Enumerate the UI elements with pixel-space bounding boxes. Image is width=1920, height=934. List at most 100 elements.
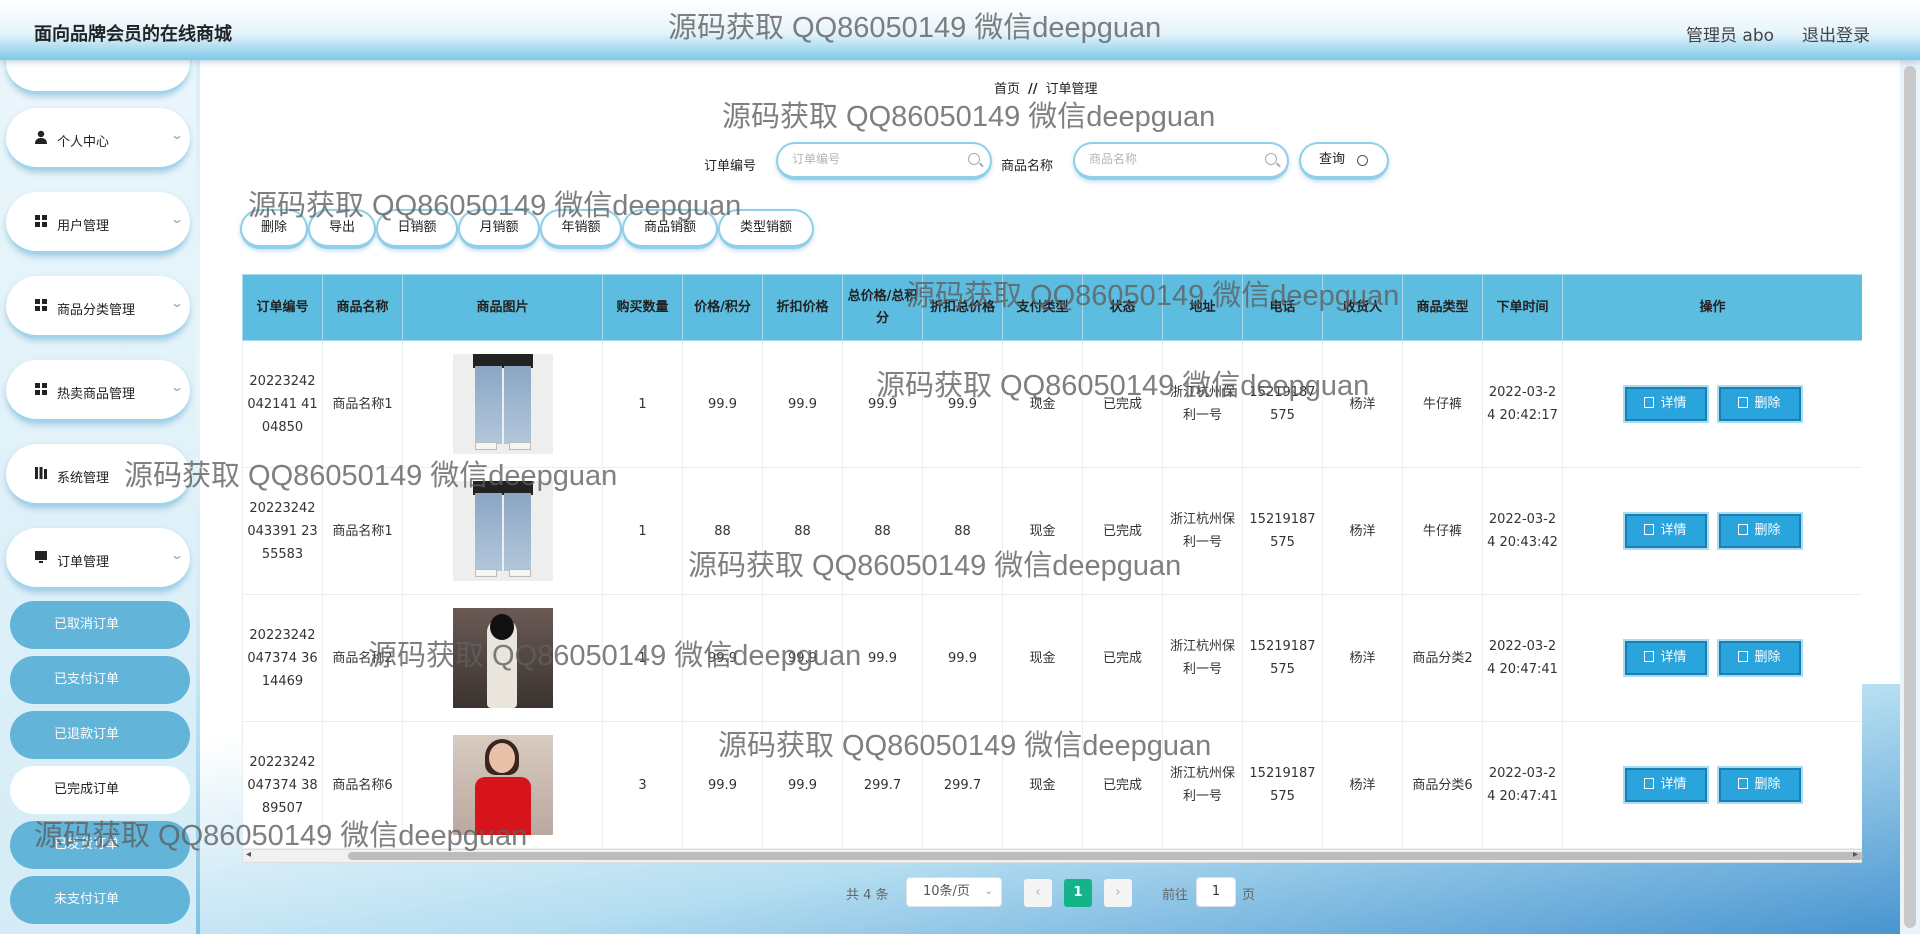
type-sales-button[interactable]: 类型销额 bbox=[718, 209, 814, 249]
chevron-down-icon: ⌄ bbox=[984, 886, 993, 897]
document-icon bbox=[1644, 524, 1655, 535]
cell-discount-total: 99.9 bbox=[922, 594, 1003, 722]
submenu-shipped-orders[interactable]: 已发货订单 bbox=[10, 821, 190, 869]
col-receiver: 收货人 bbox=[1322, 274, 1403, 341]
orders-table: 订单编号 商品名称 商品图片 购买数量 价格/积分 折扣价格 总价格/总积分 折… bbox=[242, 274, 1862, 866]
app-title: 面向品牌会员的在线商城 bbox=[34, 24, 232, 45]
goto-page-input[interactable]: 1 bbox=[1196, 877, 1236, 907]
sidebar-item-personal-center[interactable]: 个人中心 ⌄ bbox=[6, 108, 190, 170]
breadcrumb-home[interactable]: 首页 bbox=[994, 82, 1020, 97]
page-scrollbar[interactable] bbox=[1900, 60, 1920, 934]
prev-page-button[interactable]: ‹ bbox=[1024, 879, 1052, 907]
row-delete-button[interactable]: 删除 bbox=[1718, 514, 1801, 548]
order-no-field[interactable] bbox=[776, 142, 992, 180]
monthly-sales-button[interactable]: 月销额 bbox=[458, 209, 540, 249]
page-size-select[interactable]: 10条/页 ⌄ bbox=[906, 877, 1002, 907]
cell-discount-total: 299.7 bbox=[922, 721, 1003, 849]
cell-total: 99.9 bbox=[842, 594, 923, 722]
trash-icon bbox=[1738, 397, 1749, 408]
cell-phone: 15219187575 bbox=[1242, 340, 1323, 468]
col-status: 状态 bbox=[1082, 274, 1163, 341]
cell-discount-price: 99.9 bbox=[762, 594, 843, 722]
cell-phone: 15219187575 bbox=[1242, 467, 1323, 595]
cell-status: 已完成 bbox=[1082, 467, 1163, 595]
col-discount-price: 折扣价格 bbox=[762, 274, 843, 341]
cell-price: 99.9 bbox=[682, 340, 763, 468]
cell-actions: 详情 删除 bbox=[1562, 721, 1862, 849]
sidebar-item-system-management[interactable]: 系统管理 ⌄ bbox=[6, 444, 190, 506]
cell-product-type: 商品分类2 bbox=[1402, 594, 1483, 722]
col-order-time: 下单时间 bbox=[1482, 274, 1563, 341]
query-button-label: 查询 bbox=[1319, 152, 1346, 167]
detail-button[interactable]: 详情 bbox=[1624, 387, 1707, 421]
submenu-unpaid-orders[interactable]: 未支付订单 bbox=[10, 876, 190, 924]
cell-order-time: 2022-03-24 20:47:41 bbox=[1482, 594, 1563, 722]
cell-product-name: 商品名称6 bbox=[322, 721, 403, 849]
detail-button[interactable]: 详情 bbox=[1624, 514, 1707, 548]
sidebar-item-label: 系统管理 bbox=[57, 471, 110, 486]
monitor-icon bbox=[35, 551, 47, 563]
cell-order-no: 20223242042141 4104850 bbox=[242, 340, 323, 468]
detail-button[interactable]: 详情 bbox=[1624, 768, 1707, 802]
delete-button[interactable]: 删除 bbox=[240, 209, 308, 249]
page-number-current[interactable]: 1 bbox=[1064, 879, 1092, 907]
scroll-left-arrow-icon[interactable]: ◂ bbox=[246, 849, 251, 860]
sidebar-item-label: 用户管理 bbox=[57, 219, 110, 234]
yearly-sales-button[interactable]: 年销额 bbox=[540, 209, 622, 249]
product-image-dress[interactable] bbox=[452, 608, 553, 708]
sidebar-item-order-management[interactable]: 订单管理 ⌄ bbox=[6, 528, 190, 590]
cell-order-time: 2022-03-24 20:43:42 bbox=[1482, 467, 1563, 595]
row-delete-button[interactable]: 删除 bbox=[1718, 641, 1801, 675]
cell-price: 99.9 bbox=[682, 594, 763, 722]
submenu-cancelled-orders[interactable]: 已取消订单 bbox=[10, 601, 190, 649]
cell-discount-price: 99.9 bbox=[762, 721, 843, 849]
cell-price: 99.9 bbox=[682, 721, 763, 849]
cell-pay-type: 现金 bbox=[1002, 340, 1083, 468]
detail-button[interactable]: 详情 bbox=[1624, 641, 1707, 675]
product-image-jeans[interactable] bbox=[452, 354, 553, 454]
product-image-jeans[interactable] bbox=[452, 481, 553, 581]
next-page-button[interactable]: › bbox=[1104, 879, 1132, 907]
product-image-red-top[interactable] bbox=[452, 735, 553, 835]
logout-link[interactable]: 退出登录 bbox=[1802, 21, 1870, 46]
grid-icon bbox=[35, 215, 47, 227]
chevron-down-icon: ⌄ bbox=[169, 212, 185, 226]
col-product-name: 商品名称 bbox=[322, 274, 403, 341]
sidebar-item-category-management[interactable]: 商品分类管理 ⌄ bbox=[6, 276, 190, 338]
cell-order-time: 2022-03-24 20:47:41 bbox=[1482, 721, 1563, 849]
cell-receiver: 杨洋 bbox=[1322, 340, 1403, 468]
table-row: 20223242042141 4104850 商品名称1 1 99.9 99.9… bbox=[242, 340, 1862, 468]
row-delete-button[interactable]: 删除 bbox=[1718, 387, 1801, 421]
cell-discount-price: 88 bbox=[762, 467, 843, 595]
document-icon bbox=[1644, 778, 1655, 789]
scrollbar-thumb[interactable] bbox=[348, 852, 1863, 860]
col-phone: 电话 bbox=[1242, 274, 1323, 341]
sidebar: 个人中心 ⌄ 用户管理 ⌄ 商品分类管理 ⌄ 热卖商品管理 ⌄ 系统管理 ⌄ 订… bbox=[0, 32, 196, 934]
search-icon bbox=[1357, 155, 1368, 166]
daily-sales-button[interactable]: 日销额 bbox=[376, 209, 458, 249]
table-horizontal-scrollbar[interactable]: ◂ ▸ bbox=[242, 849, 1863, 863]
breadcrumb-current: 订单管理 bbox=[1045, 82, 1098, 97]
breadcrumb-separator: // bbox=[1028, 82, 1038, 97]
sidebar-item-hot-products[interactable]: 热卖商品管理 ⌄ bbox=[6, 360, 190, 422]
product-name-field[interactable] bbox=[1073, 142, 1289, 180]
sidebar-item-user-management[interactable]: 用户管理 ⌄ bbox=[6, 192, 190, 254]
scroll-right-arrow-icon[interactable]: ▸ bbox=[1853, 849, 1858, 860]
cell-address: 浙江杭州保利一号 bbox=[1162, 594, 1243, 722]
export-button[interactable]: 导出 bbox=[308, 209, 376, 249]
cell-status: 已完成 bbox=[1082, 594, 1163, 722]
submenu-paid-orders[interactable]: 已支付订单 bbox=[10, 656, 190, 704]
cell-order-time: 2022-03-24 20:42:17 bbox=[1482, 340, 1563, 468]
cell-discount-total: 99.9 bbox=[922, 340, 1003, 468]
query-button[interactable]: 查询 bbox=[1299, 142, 1389, 180]
product-name-input[interactable] bbox=[1089, 152, 1249, 166]
submenu-completed-orders[interactable]: 已完成订单 bbox=[10, 766, 190, 814]
breadcrumb: 首页 // 订单管理 bbox=[994, 78, 1098, 97]
product-sales-button[interactable]: 商品销额 bbox=[622, 209, 718, 249]
submenu-refunded-orders[interactable]: 已退款订单 bbox=[10, 711, 190, 759]
row-delete-button[interactable]: 删除 bbox=[1718, 768, 1801, 802]
order-no-input[interactable] bbox=[792, 152, 952, 166]
table-row: 20223242043391 2355583 商品名称1 1 88 88 88 … bbox=[242, 467, 1862, 595]
cell-pay-type: 现金 bbox=[1002, 594, 1083, 722]
chevron-down-icon: ⌄ bbox=[169, 296, 185, 310]
